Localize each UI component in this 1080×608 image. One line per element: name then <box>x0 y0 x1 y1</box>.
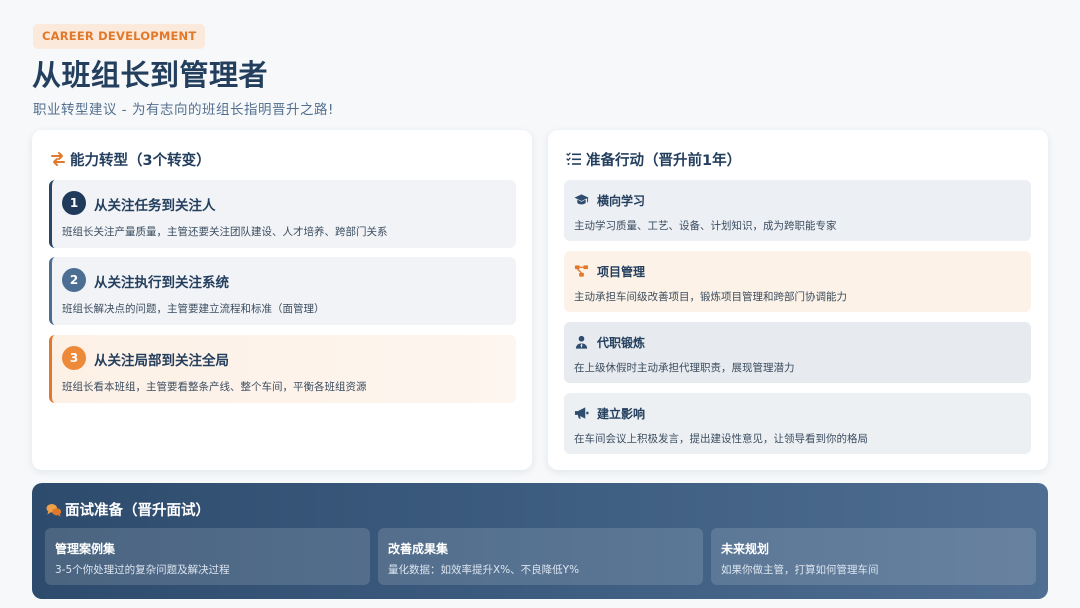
step-number-badge: 2 <box>62 268 86 292</box>
step-number-badge: 1 <box>62 191 86 215</box>
interview-prep-heading: 面试准备（晋升面试） <box>46 499 210 520</box>
action-item: 项目管理 主动承担车间级改善项目，锻炼项目管理和跨部门协调能力 <box>564 251 1031 312</box>
exchange-icon <box>51 152 65 166</box>
interview-prep-item: 管理案例集 3-5个你处理过的复杂问题及解决过程 <box>45 528 370 585</box>
comments-icon <box>46 503 62 517</box>
action-description: 在上级休假时主动承担代理职责，展现管理潜力 <box>574 362 795 374</box>
ability-shift-heading: 能力转型（3个转变） <box>50 148 211 170</box>
prep-title: 管理案例集 <box>55 542 116 556</box>
shift-description: 班组长解决点的问题，主管要建立流程和标准（面管理） <box>62 303 325 315</box>
action-description: 在车间会议上积极发言，提出建设性意见，让领导看到你的格局 <box>574 433 868 445</box>
interview-prep-item: 改善成果集 量化数据：如效率提升X%、不良降低Y% <box>378 528 703 585</box>
action-description: 主动承担车间级改善项目，锻炼项目管理和跨部门协调能力 <box>574 291 847 303</box>
preparation-actions-card: 准备行动（晋升前1年） 横向学习 主动学习质量、工艺、设备、计划知识，成为跨职能… <box>548 130 1048 470</box>
prep-title: 改善成果集 <box>388 542 449 556</box>
shift-title: 从关注局部到关注全局 <box>94 353 229 369</box>
shift-description: 班组长看本班组，主管要看整条产线、整个车间，平衡各班组资源 <box>62 381 367 393</box>
shift-description: 班组长关注产量质量，主管还要关注团队建设、人才培养、跨部门关系 <box>62 226 388 238</box>
action-description: 主动学习质量、工艺、设备、计划知识，成为跨职能专家 <box>574 220 837 232</box>
prep-description: 如果你做主管，打算如何管理车间 <box>721 564 879 576</box>
action-title: 建立影响 <box>597 407 646 421</box>
prep-description: 3-5个你处理过的复杂问题及解决过程 <box>55 564 230 576</box>
prep-title: 未来规划 <box>721 542 770 556</box>
action-item: 横向学习 主动学习质量、工艺、设备、计划知识，成为跨职能专家 <box>564 180 1031 241</box>
list-check-icon <box>566 152 581 165</box>
action-item: 建立影响 在车间会议上积极发言，提出建设性意见，让领导看到你的格局 <box>564 393 1031 454</box>
shift-item: 3 从关注局部到关注全局 班组长看本班组，主管要看整条产线、整个车间，平衡各班组… <box>49 335 516 403</box>
action-title: 代职锻炼 <box>597 336 646 350</box>
page-subtitle: 职业转型建议 - 为有志向的班组长指明晋升之路! <box>33 102 334 118</box>
action-title: 横向学习 <box>597 194 646 208</box>
interview-prep-item: 未来规划 如果你做主管，打算如何管理车间 <box>711 528 1036 585</box>
preparation-actions-heading: 准备行动（晋升前1年） <box>566 148 741 170</box>
ability-shift-card: 能力转型（3个转变） 1 从关注任务到关注人 班组长关注产量质量，主管还要关注团… <box>32 130 532 470</box>
user-tie-icon <box>575 335 588 349</box>
action-item: 代职锻炼 在上级休假时主动承担代理职责，展现管理潜力 <box>564 322 1031 383</box>
project-diagram-icon <box>574 265 589 277</box>
bullhorn-icon <box>574 407 589 419</box>
prep-description: 量化数据：如效率提升X%、不良降低Y% <box>388 564 580 576</box>
shift-title: 从关注任务到关注人 <box>94 198 216 214</box>
shift-item: 1 从关注任务到关注人 班组长关注产量质量，主管还要关注团队建设、人才培养、跨部… <box>49 180 516 248</box>
interview-prep-banner: 面试准备（晋升面试） 管理案例集 3-5个你处理过的复杂问题及解决过程 改善成果… <box>32 483 1048 599</box>
graduation-cap-icon <box>574 194 589 205</box>
step-number-badge: 3 <box>62 346 86 370</box>
interview-prep-heading-text: 面试准备（晋升面试） <box>65 503 210 519</box>
ability-shift-heading-text: 能力转型（3个转变） <box>70 152 211 169</box>
preparation-actions-heading-text: 准备行动（晋升前1年） <box>586 152 742 169</box>
action-title: 项目管理 <box>597 265 646 279</box>
page-title: 从班组长到管理者 <box>32 58 269 92</box>
shift-item: 2 从关注执行到关注系统 班组长解决点的问题，主管要建立流程和标准（面管理） <box>49 257 516 325</box>
shift-title: 从关注执行到关注系统 <box>94 275 229 291</box>
category-tag: CAREER DEVELOPMENT <box>33 24 206 49</box>
